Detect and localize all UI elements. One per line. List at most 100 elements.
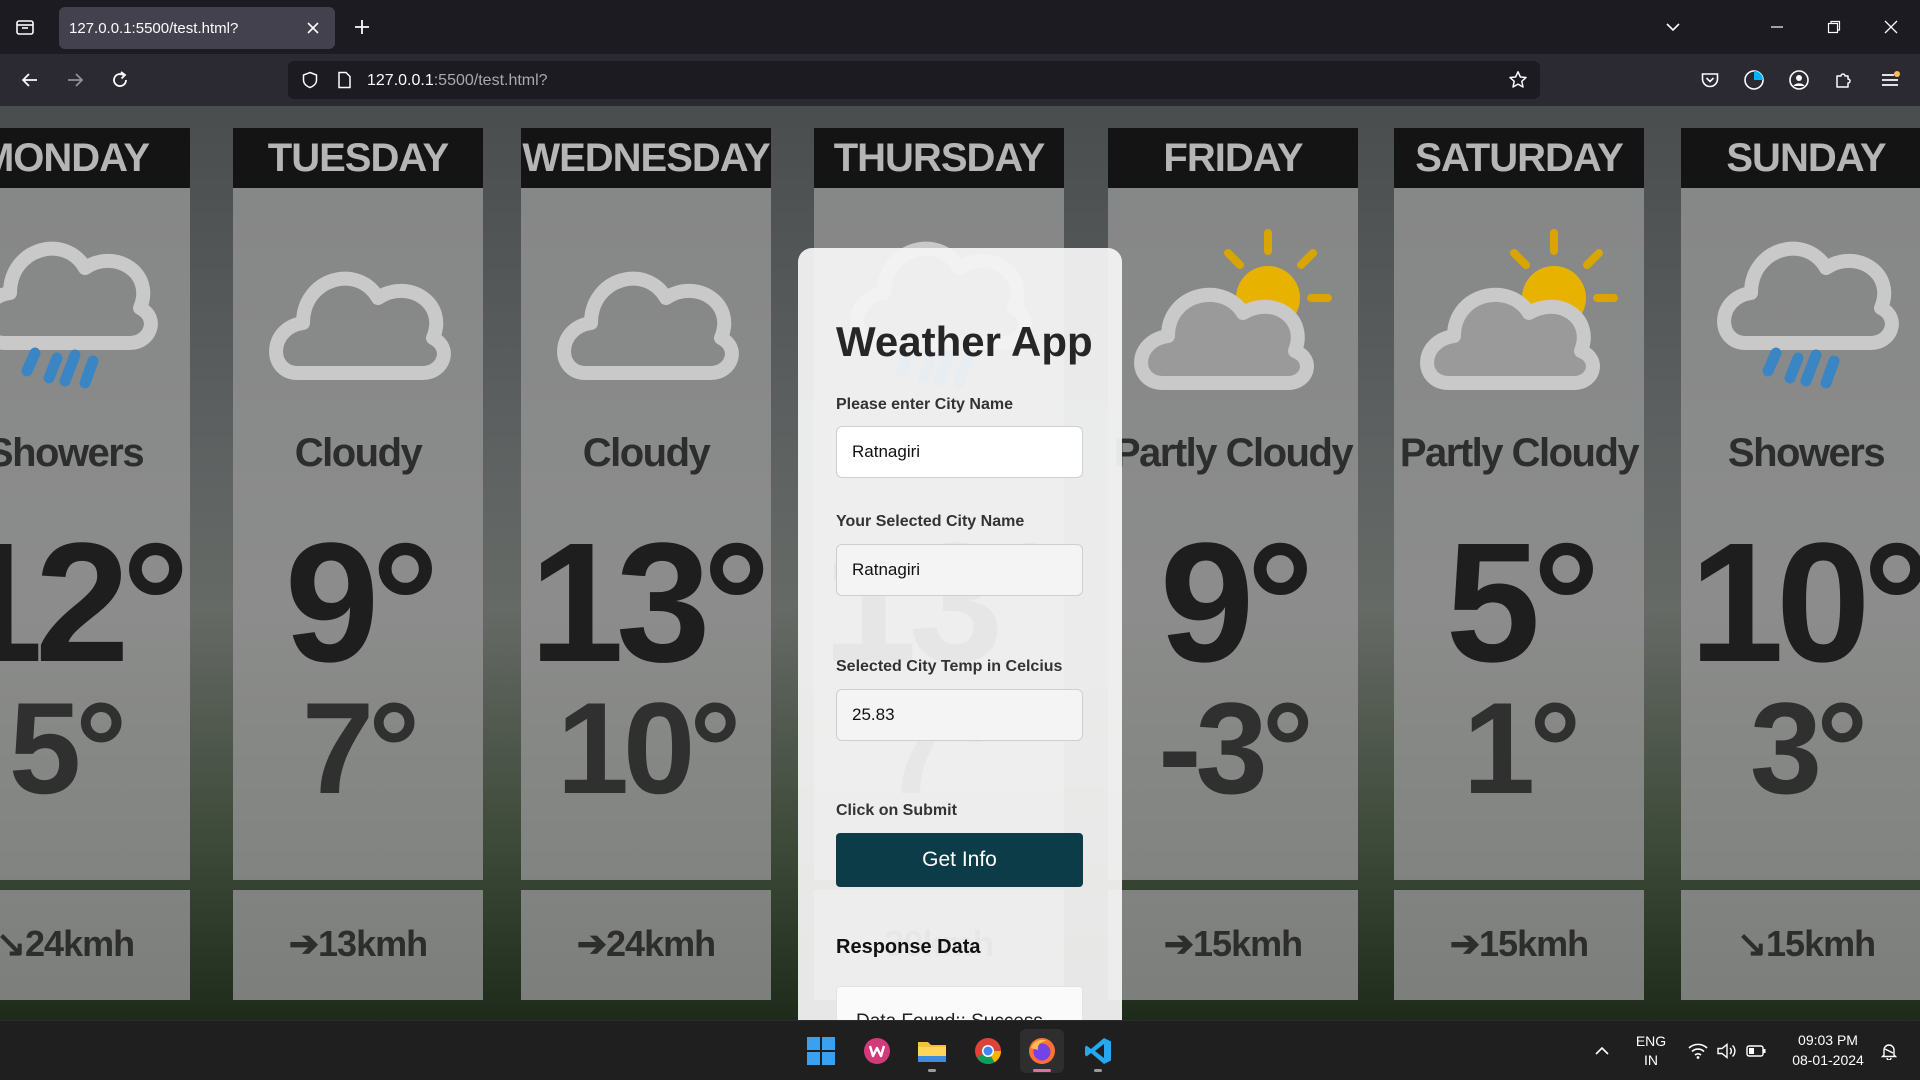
high-temp: 5° (1445, 508, 1601, 698)
forecast-day-friday: FRIDAY Partly Cloudy 9° -3° ➔15kmh (1108, 128, 1358, 1000)
battery-icon[interactable] (1743, 1029, 1769, 1073)
language-indicator[interactable]: ENG IN (1630, 1033, 1672, 1068)
low-temp: 10° (556, 675, 742, 821)
wps-icon[interactable] (855, 1029, 899, 1073)
running-indicator (1094, 1069, 1102, 1072)
day-name: SATURDAY (1394, 128, 1644, 188)
high-temp: 10° (1689, 508, 1920, 698)
firefox-icon[interactable] (1020, 1029, 1064, 1073)
high-temp: 9° (1159, 508, 1315, 698)
page-icon[interactable] (332, 68, 356, 92)
showers-icon (0, 223, 165, 413)
language-code: ENG (1635, 1033, 1667, 1049)
get-info-button[interactable]: Get Info (836, 833, 1083, 887)
language-region: IN (1644, 1052, 1658, 1068)
back-icon[interactable] (14, 64, 46, 96)
forward-icon[interactable] (59, 64, 91, 96)
city-input[interactable] (836, 426, 1083, 478)
page-background: MONDAYShowers12°5°↘24kmhTUESDAYCloudy9°7… (0, 106, 1920, 1020)
address-bar[interactable]: 127.0.0.1:5500/test.html? (288, 61, 1540, 99)
wind-speed: ↘24kmh (0, 923, 135, 964)
reload-icon[interactable] (104, 64, 136, 96)
shield-icon[interactable] (298, 68, 322, 92)
day-panel: Partly Cloudy 5° 1° (1394, 188, 1644, 880)
wind-speed: ➔15kmh (1163, 923, 1303, 964)
day-name: SUNDAY (1681, 128, 1920, 188)
response-title: Response Data (836, 936, 981, 958)
chrome-icon[interactable] (966, 1029, 1010, 1073)
cloudy-icon (258, 223, 458, 413)
day-panel: Showers 10° 3° (1681, 188, 1920, 880)
browser-tab-bar: 127.0.0.1:5500/test.html? (0, 0, 1920, 54)
day-panel: Showers 12°5° (0, 188, 190, 880)
condition-text: Showers (0, 431, 145, 475)
file-explorer-icon[interactable] (910, 1029, 954, 1073)
weather-card: Weather App Please enter City Name Your … (798, 248, 1122, 1020)
day-panel: Cloudy 13° 10° (521, 188, 771, 880)
forecast-day-tuesday: TUESDAY Cloudy 9° 7° ➔13kmh (233, 128, 483, 1000)
menu-hamburger-icon[interactable] (1874, 64, 1906, 96)
tray-chevron-up-icon[interactable] (1580, 1029, 1624, 1073)
volume-icon[interactable] (1714, 1029, 1740, 1073)
tab-title: 127.0.0.1:5500/test.html? (69, 20, 239, 37)
close-window-icon[interactable] (1876, 12, 1906, 42)
forecast-day-wednesday: WEDNESDAY Cloudy 13° 10° ➔24kmh (521, 128, 771, 1000)
high-temp: 12° (0, 508, 190, 698)
day-name: TUESDAY (233, 128, 483, 188)
url-path: :5500/test.html? (433, 72, 548, 89)
running-indicator (928, 1069, 936, 1072)
low-temp: 5° (8, 675, 127, 821)
temp-field[interactable] (836, 689, 1083, 741)
vscode-icon[interactable] (1076, 1029, 1120, 1073)
low-temp: -3° (1158, 675, 1314, 821)
forecast-day-sunday: SUNDAY Showers 10° 3° ↘15kmh (1681, 128, 1920, 1000)
day-name: MONDAY (0, 128, 190, 188)
browser-tab[interactable]: 127.0.0.1:5500/test.html? (59, 7, 335, 49)
condition-text: Cloudy (294, 431, 423, 475)
high-temp: 13° (529, 508, 770, 698)
pocket-icon[interactable] (1694, 64, 1726, 96)
city-input-label: Please enter City Name (836, 396, 1013, 413)
day-name: WEDNESDAY (521, 128, 771, 188)
partly-cloudy-icon (1419, 223, 1619, 413)
active-indicator (1033, 1069, 1051, 1072)
close-tab-icon[interactable] (303, 18, 323, 38)
partly-cloudy-icon (1133, 223, 1333, 413)
low-temp: 7° (301, 675, 420, 821)
minimize-icon[interactable] (1762, 12, 1792, 42)
wifi-icon[interactable] (1685, 1029, 1711, 1073)
clock[interactable]: 09:03 PM 08-01-2024 (1780, 1032, 1876, 1068)
day-name: FRIDAY (1108, 128, 1358, 188)
url-text[interactable]: 127.0.0.1:5500/test.html? (367, 72, 548, 90)
tab-overflow-chevron-icon[interactable] (1658, 12, 1688, 42)
extension-circle-icon[interactable] (1738, 64, 1770, 96)
temp-label: Selected City Temp in Celcius (836, 658, 1063, 675)
bookmark-star-icon[interactable] (1506, 68, 1530, 92)
account-icon[interactable] (1783, 64, 1815, 96)
windows-taskbar: ENG IN 09:03 PM 08-01-2024 (0, 1020, 1920, 1080)
selected-city-field[interactable] (836, 544, 1083, 596)
new-tab-icon[interactable] (347, 12, 377, 42)
clock-date: 08-01-2024 (1792, 1052, 1864, 1068)
extensions-puzzle-icon[interactable] (1828, 64, 1860, 96)
start-icon[interactable] (799, 1029, 843, 1073)
notification-bell-icon[interactable] (1874, 1029, 1904, 1073)
app-title: Weather App (836, 318, 1093, 365)
clock-time: 09:03 PM (1798, 1032, 1858, 1048)
cloudy-icon (546, 223, 746, 413)
restore-icon[interactable] (1819, 12, 1849, 42)
high-temp: 9° (284, 508, 440, 698)
condition-text: Partly Cloudy (1113, 431, 1354, 475)
day-name: THURSDAY (814, 128, 1064, 188)
day-panel: Partly Cloudy 9° -3° (1108, 188, 1358, 880)
low-temp: 3° (1749, 675, 1868, 821)
navigation-toolbar: 127.0.0.1:5500/test.html? (0, 54, 1920, 106)
submit-label: Click on Submit (836, 802, 957, 819)
tab-list-icon[interactable] (10, 12, 40, 42)
wind-speed: ➔15kmh (1449, 923, 1589, 964)
day-panel: Cloudy 9° 7° (233, 188, 483, 880)
condition-text: Showers (1727, 431, 1886, 475)
showers-icon (1706, 223, 1906, 413)
url-host: 127.0.0.1 (367, 72, 434, 89)
wind-speed: ➔24kmh (576, 923, 716, 964)
